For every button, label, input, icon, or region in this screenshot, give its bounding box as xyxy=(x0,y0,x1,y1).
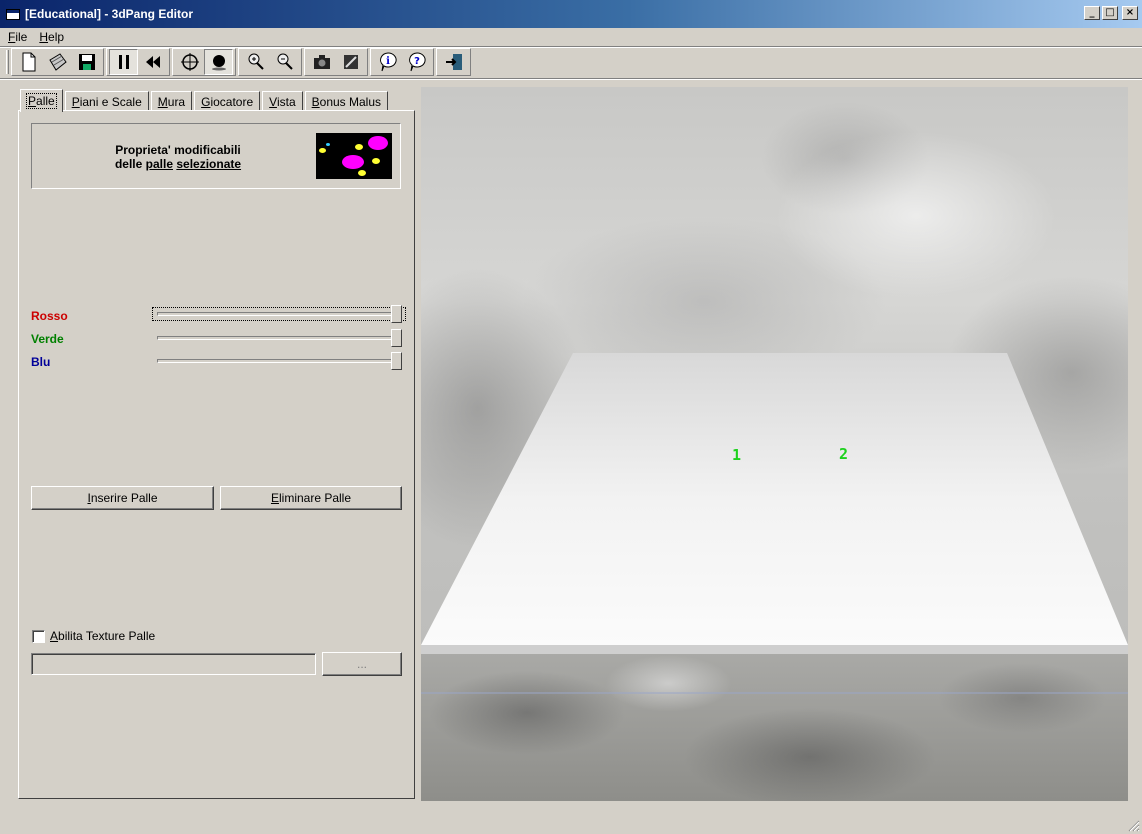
zoom-out-button[interactable] xyxy=(270,49,299,75)
info-line-2: delle palle selezionate xyxy=(32,157,324,171)
svg-text:i: i xyxy=(386,56,390,67)
app-icon xyxy=(6,8,20,20)
crosshair-icon xyxy=(180,53,199,71)
camera-button[interactable] xyxy=(307,49,336,75)
screenshot-button[interactable] xyxy=(336,49,365,75)
toolbar-group-file xyxy=(11,48,104,76)
scene-label-2: 2 xyxy=(839,445,849,463)
browse-button[interactable]: ... xyxy=(322,652,402,676)
ball-button[interactable] xyxy=(204,49,233,75)
info-line-2-prefix: delle xyxy=(114,157,146,171)
delete-balls-label: Eliminare Palle xyxy=(270,491,352,505)
screenshot-icon xyxy=(343,55,358,69)
info-line-1: Proprieta' modificabili xyxy=(115,143,241,157)
help-button[interactable]: ? xyxy=(402,49,431,75)
tab-vista-label: Vista xyxy=(269,94,296,109)
slider-rosso-thumb[interactable] xyxy=(391,305,402,323)
new-file-button[interactable] xyxy=(14,49,43,75)
tab-giocatore-label: Giocatore xyxy=(201,94,254,109)
tab-giocatore[interactable]: Giocatore xyxy=(194,91,261,111)
slider-label-blu: Blu xyxy=(31,355,51,369)
balls-illustration xyxy=(316,133,392,179)
save-file-icon xyxy=(78,54,95,70)
toolbar-group-zoom xyxy=(238,48,302,76)
save-file-button[interactable] xyxy=(72,49,101,75)
info-line-2-word1: palle xyxy=(145,157,173,171)
info-text: Proprieta' modificabili delle palle sele… xyxy=(32,143,324,171)
tab-vista[interactable]: Vista xyxy=(262,91,303,111)
rewind-icon xyxy=(145,56,160,68)
tab-strip: Palle Piani e Scale Mura Giocatore Vista… xyxy=(20,89,390,112)
toolbar-group-capture xyxy=(304,48,368,76)
tab-panel-palle xyxy=(18,110,415,799)
open-file-button[interactable] xyxy=(43,49,72,75)
zoom-in-icon xyxy=(248,53,264,70)
close-button[interactable]: × xyxy=(1122,6,1138,20)
info-box: Proprieta' modificabili delle palle sele… xyxy=(31,123,401,189)
menu-help[interactable]: Help xyxy=(39,30,64,44)
info-icon: i xyxy=(379,52,397,72)
window-controls: _ □ × xyxy=(1084,6,1138,20)
scene-label-1: 1 xyxy=(732,446,742,464)
insert-balls-button[interactable]: Inserire Palle xyxy=(31,486,214,510)
tab-bonus-malus-label: Bonus Malus xyxy=(311,94,382,109)
insert-balls-label: Inserire Palle xyxy=(87,491,158,505)
resize-grip-icon[interactable] xyxy=(1128,820,1140,832)
pause-icon xyxy=(118,55,129,69)
menu-file[interactable]: File xyxy=(8,30,27,44)
window-title: [Educational] - 3dPang Editor xyxy=(25,7,194,21)
toolbar-group-mode xyxy=(172,48,236,76)
zoom-in-button[interactable] xyxy=(241,49,270,75)
texture-path-field[interactable] xyxy=(31,653,316,675)
tab-piani-e-scale[interactable]: Piani e Scale xyxy=(64,91,149,111)
slider-rosso[interactable] xyxy=(152,305,406,323)
new-file-icon xyxy=(22,52,35,72)
minimize-button[interactable]: _ xyxy=(1084,6,1100,20)
maximize-button[interactable]: □ xyxy=(1102,6,1118,20)
tab-mura-label: Mura xyxy=(157,94,186,109)
slider-verde[interactable] xyxy=(157,329,402,347)
floor-plane xyxy=(421,353,1128,694)
open-file-icon xyxy=(48,53,67,71)
exit-button[interactable] xyxy=(439,49,468,75)
slider-blu[interactable] xyxy=(157,352,402,370)
zoom-out-icon xyxy=(277,53,293,70)
exit-icon xyxy=(445,54,462,70)
texture-checkbox-label: Abilita Texture Palle xyxy=(50,629,156,643)
3d-viewport[interactable]: 1 2 xyxy=(421,87,1128,801)
toolbar-group-help: i ? xyxy=(370,48,434,76)
slider-label-rosso: Rosso xyxy=(31,309,68,323)
slider-blu-thumb[interactable] xyxy=(391,352,402,370)
tab-bonus-malus[interactable]: Bonus Malus xyxy=(304,91,389,111)
crosshair-button[interactable] xyxy=(175,49,204,75)
texture-checkbox-row[interactable]: Abilita Texture Palle xyxy=(32,629,155,643)
tab-piani-e-scale-label: Piani e Scale xyxy=(71,94,142,109)
info-line-2-word2: selezionate xyxy=(176,157,242,171)
svg-text:?: ? xyxy=(414,56,420,67)
camera-icon xyxy=(313,55,330,69)
info-button[interactable]: i xyxy=(373,49,402,75)
toolbar-group-exit xyxy=(436,48,471,76)
ball-icon xyxy=(211,55,226,71)
texture-checkbox[interactable] xyxy=(32,629,45,643)
pause-button[interactable] xyxy=(109,49,138,75)
toolbar: i ? xyxy=(6,48,473,76)
tab-palle-label: Palle xyxy=(26,93,57,109)
help-icon: ? xyxy=(408,52,426,72)
delete-balls-button[interactable]: Eliminare Palle xyxy=(220,486,402,510)
browse-label: ... xyxy=(356,657,367,671)
toolbar-separator xyxy=(0,78,1142,80)
title-bar: [Educational] - 3dPang Editor _ □ × xyxy=(0,0,1142,28)
toolbar-group-playback xyxy=(106,48,170,76)
tab-mura[interactable]: Mura xyxy=(150,91,193,111)
toolbar-grip[interactable] xyxy=(6,50,9,74)
menu-bar: File Help xyxy=(0,28,1142,46)
tab-palle[interactable]: Palle xyxy=(20,89,63,112)
slider-label-verde: Verde xyxy=(31,332,64,346)
slider-verde-thumb[interactable] xyxy=(391,329,402,347)
rewind-button[interactable] xyxy=(138,49,167,75)
